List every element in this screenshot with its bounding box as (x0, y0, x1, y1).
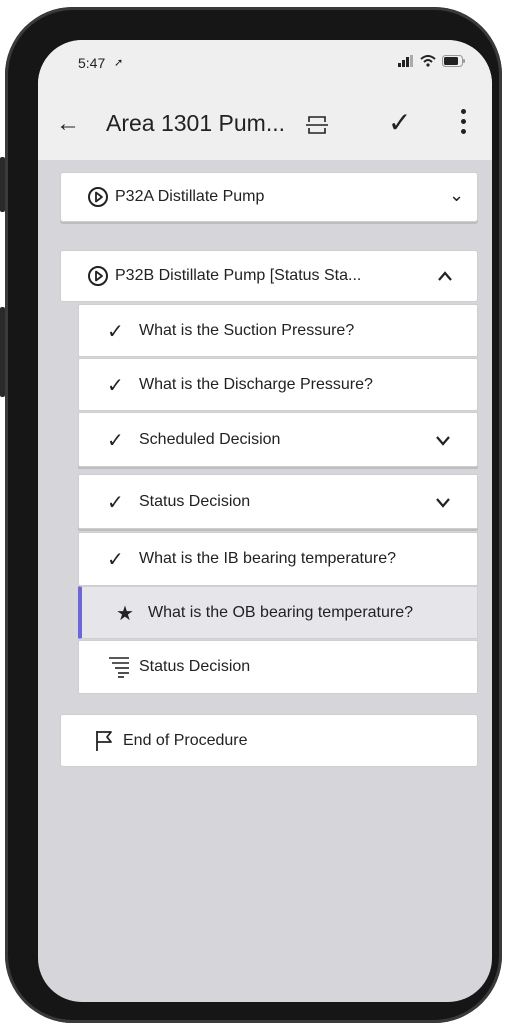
section-label: P32A Distillate Pump (115, 188, 265, 205)
signal-icon (398, 55, 413, 67)
page-title: Area 1301 Pum... (106, 110, 285, 136)
chevron-down-icon[interactable] (435, 497, 451, 509)
step-ib-bearing-temp[interactable]: ✓ What is the IB bearing temperature? (78, 532, 478, 586)
check-icon: ✓ (107, 492, 124, 514)
flag-icon (96, 731, 112, 751)
check-icon: ✓ (107, 375, 124, 397)
wifi-icon (420, 55, 436, 67)
step-label: What is the IB bearing temperature? (139, 550, 397, 567)
location-arrow-icon: ➚ (114, 57, 124, 69)
chevron-down-icon[interactable] (435, 435, 451, 447)
step-status-decision-pending[interactable]: Status Decision (78, 640, 478, 694)
step-label: Scheduled Decision (139, 431, 281, 448)
scan-icon[interactable] (306, 114, 328, 136)
section-card-p32a[interactable]: P32A Distillate Pump ⌄ (60, 172, 478, 222)
check-icon: ✓ (107, 321, 124, 343)
status-bar: 5:47 ➚ (38, 40, 492, 90)
star-icon: ★ (116, 603, 134, 625)
status-time: 5:47 (78, 55, 106, 71)
step-ob-bearing-temp-current[interactable]: ★ What is the OB bearing temperature? (78, 586, 478, 639)
play-circle-icon (88, 187, 108, 207)
step-label: What is the OB bearing temperature? (148, 604, 414, 621)
app-bar: ← Area 1301 Pum... ✓ (38, 90, 492, 160)
step-label: What is the Suction Pressure? (139, 322, 355, 339)
step-label: What is the Discharge Pressure? (139, 376, 373, 393)
phone-screen: 5:47 ➚ ← Area 1301 Pum... ✓ P32A Distill… (38, 40, 492, 1002)
step-discharge-pressure[interactable]: ✓ What is the Discharge Pressure? (78, 358, 478, 411)
play-circle-icon (88, 266, 108, 286)
step-suction-pressure[interactable]: ✓ What is the Suction Pressure? (78, 304, 478, 357)
chevron-up-icon[interactable] (437, 270, 453, 282)
check-icon: ✓ (107, 430, 124, 452)
section-card-p32b[interactable]: P32B Distillate Pump [Status Sta... (60, 250, 478, 302)
complete-check-icon[interactable]: ✓ (388, 106, 411, 139)
back-arrow-icon[interactable]: ← (56, 110, 80, 138)
battery-icon (442, 55, 465, 67)
decision-list-icon (109, 657, 129, 678)
step-scheduled-decision[interactable]: ✓ Scheduled Decision (78, 412, 478, 467)
check-icon: ✓ (107, 549, 124, 571)
chevron-down-icon[interactable]: ⌄ (449, 185, 464, 206)
step-status-decision-done[interactable]: ✓ Status Decision (78, 474, 478, 529)
more-options-icon[interactable] (461, 109, 467, 139)
section-label: P32B Distillate Pump [Status Sta... (115, 267, 362, 284)
step-label: Status Decision (139, 493, 251, 510)
end-label: End of Procedure (123, 732, 248, 749)
step-label: Status Decision (139, 658, 251, 675)
end-of-procedure[interactable]: End of Procedure (60, 714, 478, 767)
phone-frame: 5:47 ➚ ← Area 1301 Pum... ✓ P32A Distill… (0, 7, 502, 1023)
